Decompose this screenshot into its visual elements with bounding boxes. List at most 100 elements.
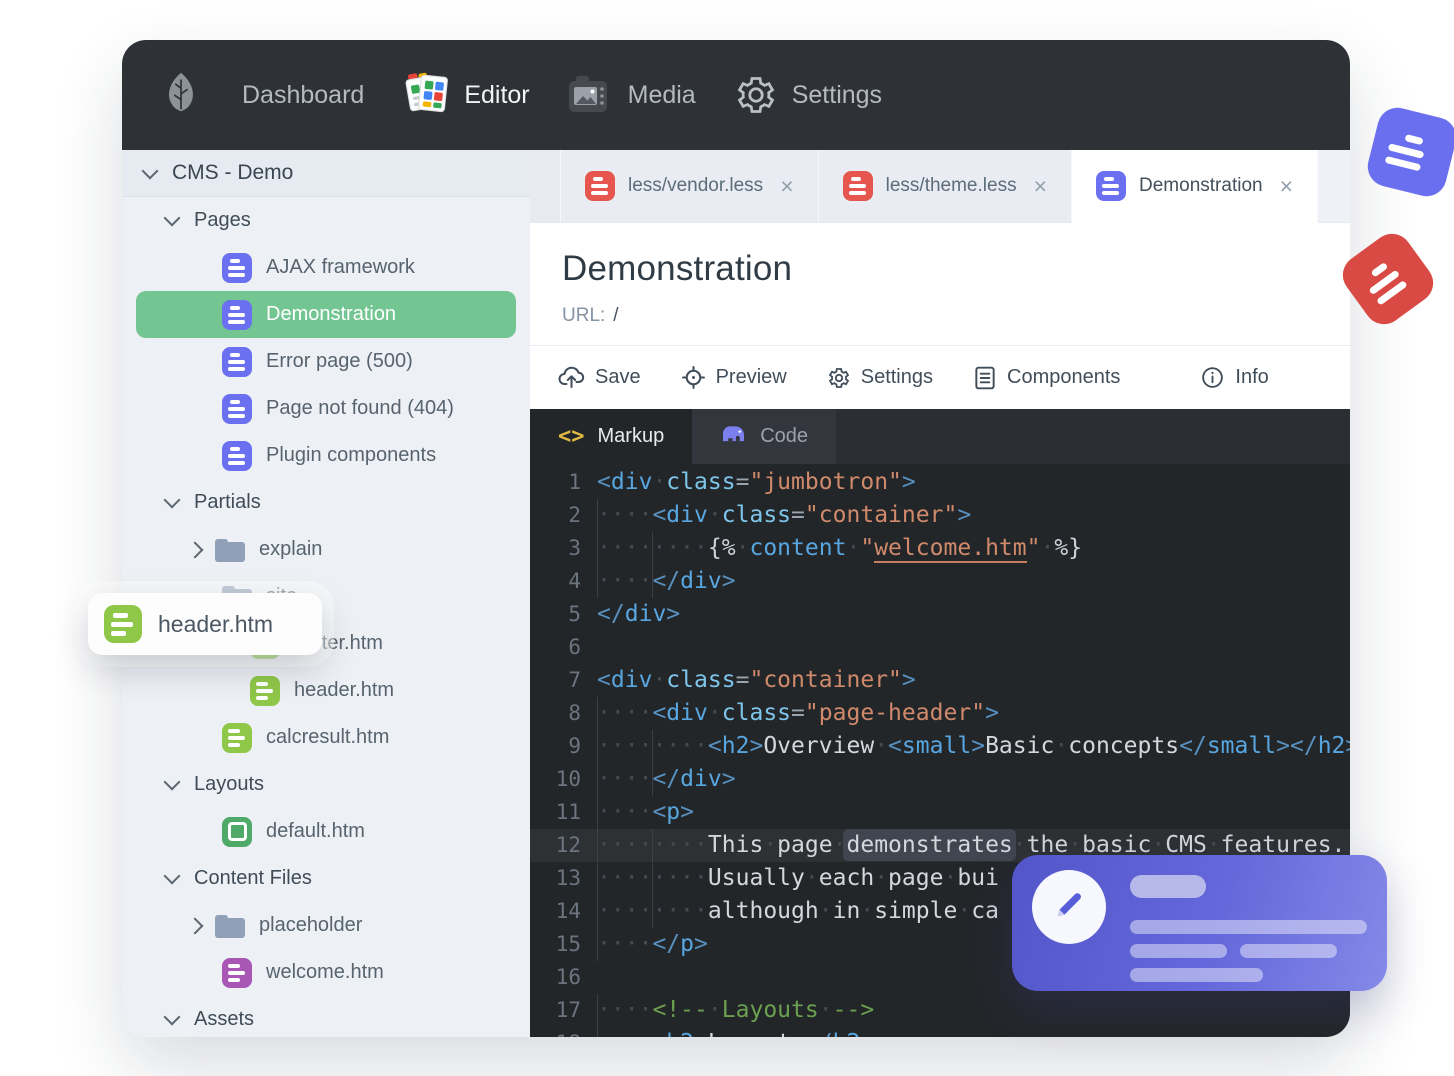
line-number: 10 (555, 767, 581, 791)
tree-item-ajax-framework[interactable]: AJAX framework (122, 244, 530, 291)
document-toolbar: Save Preview Settings Components Info (530, 345, 1350, 409)
leaf-icon (158, 70, 204, 121)
tree-item-header-htm[interactable]: header.htm (122, 667, 530, 714)
line-number: 16 (555, 965, 581, 989)
skeleton-title (1130, 875, 1206, 898)
components-button[interactable]: Components (973, 365, 1120, 391)
save-button[interactable]: Save (558, 365, 641, 390)
pencil-badge (1032, 870, 1106, 944)
info-icon (1200, 365, 1225, 390)
tree-item-default-htm[interactable]: default.htm (122, 808, 530, 855)
line-number: 4 (568, 569, 581, 593)
gear-icon (734, 73, 778, 117)
line-number: 13 (555, 866, 581, 890)
tree-item-page-not-found[interactable]: Page not found (404) (122, 385, 530, 432)
line-number: 15 (555, 932, 581, 956)
skeleton-line (1240, 944, 1337, 958)
tree-root-cms-demo[interactable]: CMS - Demo (122, 150, 530, 197)
preview-button[interactable]: Preview (681, 365, 787, 390)
line-number: 11 (555, 800, 581, 824)
item-label: AJAX framework (266, 256, 415, 278)
close-icon[interactable]: × (780, 174, 793, 198)
code-line[interactable]: 10 ····</div> (530, 763, 1350, 796)
line-number: 3 (568, 536, 581, 560)
tree-group-content-files[interactable]: Content Files (122, 855, 530, 902)
code-line[interactable]: 6 (530, 631, 1350, 664)
save-label: Save (595, 366, 641, 388)
info-button[interactable]: Info (1200, 365, 1269, 390)
close-icon[interactable]: × (1280, 174, 1293, 198)
tab-theme-less[interactable]: less/theme.less × (818, 150, 1073, 222)
tree-group-partials[interactable]: Partials (122, 479, 530, 526)
nav-dashboard-label: Dashboard (242, 80, 365, 109)
tree-folder-placeholder[interactable]: placeholder (122, 902, 530, 949)
page-icon (222, 346, 252, 377)
folder-icon (215, 538, 245, 563)
code-line[interactable]: 3 ········{%·content·"welcome.htm"·%} (530, 532, 1350, 565)
skeleton-line (1130, 920, 1367, 934)
tab-label: less/vendor.less (628, 175, 764, 196)
item-label: Page not found (404) (266, 397, 454, 419)
close-icon[interactable]: × (1034, 174, 1047, 198)
code-line[interactable]: 1 <div·class="jumbotron"> (530, 466, 1350, 499)
url-label: URL: (562, 305, 606, 326)
tree-group-assets[interactable]: Assets (122, 996, 530, 1037)
item-label: explain (259, 538, 323, 560)
tree-item-plugin-components[interactable]: Plugin components (122, 432, 530, 479)
code-line[interactable]: 11 ····<p> (530, 796, 1350, 829)
brand-leaf-logo[interactable] (158, 70, 204, 121)
pencil-icon (1051, 887, 1087, 928)
code-line[interactable]: 7 <div·class="container"> (530, 664, 1350, 697)
tab-demonstration[interactable]: Demonstration × (1072, 150, 1319, 223)
file-tab-bar: less/vendor.less × less/theme.less × Dem… (530, 150, 1350, 223)
code-line[interactable]: 9 ········<h2>Overview·<small>Basic·conce… (530, 730, 1350, 763)
chevron-down-icon (163, 1008, 181, 1026)
item-label: Plugin components (266, 444, 437, 466)
tree-item-welcome-htm[interactable]: welcome.htm (122, 949, 530, 996)
line-number: 12 (555, 833, 581, 857)
page-icon (222, 299, 252, 330)
tree-folder-explain[interactable]: explain (122, 526, 530, 573)
nav-item-dashboard[interactable]: Dashboard (242, 81, 364, 110)
tree-group-pages[interactable]: Pages (122, 197, 530, 244)
nav-item-editor[interactable]: Editor (402, 72, 530, 118)
page-title: Demonstration (562, 249, 793, 288)
line-number: 18 (530, 1027, 597, 1037)
delete-button[interactable] (1349, 365, 1350, 391)
tree-item-demonstration-selected[interactable]: Demonstration (136, 291, 516, 338)
code-line[interactable]: 18····<h2>Layouts</h2> (530, 1027, 1350, 1037)
tab-code[interactable]: Code (692, 409, 837, 464)
settings-label: Settings (860, 366, 933, 388)
nav-item-settings[interactable]: Settings (734, 73, 882, 117)
nav-settings-label: Settings (791, 80, 883, 109)
code-line[interactable]: 4 ····</div> (530, 565, 1350, 598)
code-line[interactable]: 5 </div> (530, 598, 1350, 631)
line-number: 7 (568, 668, 581, 692)
url-value: / (613, 305, 619, 326)
tab-markup[interactable]: <> Markup (530, 409, 693, 464)
media-camera-icon (568, 75, 614, 115)
tab-vendor-less[interactable]: less/vendor.less × (561, 150, 819, 222)
tree-group-layouts[interactable]: Layouts (122, 761, 530, 808)
tree-item-calcresult-htm[interactable]: calcresult.htm (122, 714, 530, 761)
item-label: header.htm (294, 679, 395, 701)
drag-ghost-header-htm[interactable]: header.htm (88, 593, 322, 655)
edit-tooltip-card (1012, 855, 1387, 991)
code-line[interactable]: 8 ····<div·class="page-header"> (530, 697, 1350, 730)
code-line[interactable]: 17 ····<!--·Layouts·--> (530, 994, 1350, 1027)
tree-item-error-page[interactable]: Error page (500) (122, 338, 530, 385)
chevron-right-icon (186, 917, 204, 934)
group-label: Layouts (194, 773, 265, 795)
page-icon (222, 252, 252, 283)
settings-button[interactable]: Settings (827, 366, 933, 390)
line-number: 14 (555, 899, 581, 923)
partial-icon (250, 675, 280, 706)
page-icon (222, 440, 252, 471)
nav-item-media[interactable]: Media (568, 75, 696, 115)
item-label: placeholder (259, 914, 363, 936)
components-label: Components (1007, 366, 1121, 388)
code-line[interactable]: 2 ····<div·class="container"> (530, 499, 1350, 532)
components-list-icon (973, 365, 997, 391)
item-label: welcome.htm (266, 961, 384, 983)
save-cloud-icon (558, 365, 585, 390)
